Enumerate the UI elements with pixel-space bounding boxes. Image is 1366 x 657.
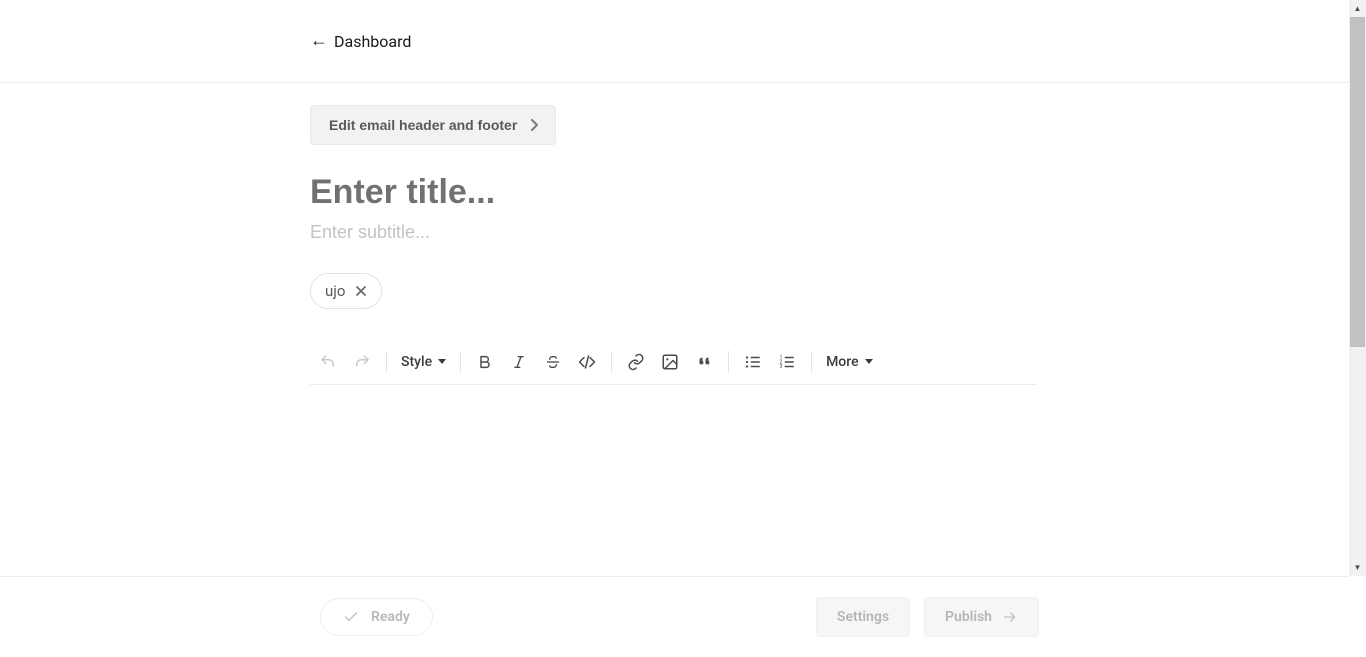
close-icon[interactable] bbox=[355, 285, 367, 297]
more-label: More bbox=[826, 354, 859, 370]
caret-down-icon bbox=[438, 359, 446, 364]
style-dropdown[interactable]: Style bbox=[401, 354, 446, 370]
caret-down-icon bbox=[865, 359, 873, 364]
more-dropdown[interactable]: More bbox=[826, 354, 873, 370]
link-button[interactable] bbox=[626, 352, 646, 372]
tag-label: ujo bbox=[325, 282, 345, 300]
footer-bar: Ready Settings Publish bbox=[0, 576, 1349, 657]
publish-label: Publish bbox=[945, 609, 992, 625]
publish-button[interactable]: Publish bbox=[924, 597, 1039, 637]
editor-toolbar: Style bbox=[310, 339, 1036, 385]
back-to-dashboard-link[interactable]: ← Dashboard bbox=[310, 32, 411, 51]
subtitle-input[interactable] bbox=[310, 222, 1030, 243]
tag-pill[interactable]: ujo bbox=[310, 273, 382, 309]
editor-content: Edit email header and footer ujo bbox=[0, 83, 1349, 385]
chevron-right-icon bbox=[531, 119, 539, 131]
title-input[interactable] bbox=[310, 173, 1030, 212]
settings-button[interactable]: Settings bbox=[816, 597, 910, 637]
svg-text:3: 3 bbox=[780, 364, 783, 370]
arrow-left-icon: ← bbox=[310, 32, 328, 50]
scrollbar-up-icon[interactable]: ▲ bbox=[1349, 0, 1366, 17]
ready-status-button[interactable]: Ready bbox=[320, 598, 433, 636]
bullet-list-button[interactable] bbox=[743, 352, 763, 372]
check-icon bbox=[343, 609, 359, 625]
top-bar: ← Dashboard bbox=[0, 0, 1349, 83]
bold-button[interactable] bbox=[475, 352, 495, 372]
settings-label: Settings bbox=[837, 609, 889, 625]
image-button[interactable] bbox=[660, 352, 680, 372]
footer-actions: Settings Publish bbox=[816, 597, 1039, 637]
ready-label: Ready bbox=[371, 609, 410, 625]
code-button[interactable] bbox=[577, 352, 597, 372]
italic-button[interactable] bbox=[509, 352, 529, 372]
tag-row: ujo bbox=[310, 273, 1349, 309]
strikethrough-button[interactable] bbox=[543, 352, 563, 372]
edit-email-header-label: Edit email header and footer bbox=[329, 117, 517, 133]
quote-button[interactable] bbox=[694, 352, 714, 372]
scrollbar-thumb[interactable] bbox=[1350, 17, 1365, 347]
scrollbar-down-icon[interactable]: ▼ bbox=[1349, 559, 1366, 576]
numbered-list-button[interactable]: 123 bbox=[777, 352, 797, 372]
redo-button[interactable] bbox=[352, 352, 372, 372]
edit-email-header-button[interactable]: Edit email header and footer bbox=[310, 105, 556, 145]
undo-button[interactable] bbox=[318, 352, 338, 372]
arrow-right-icon bbox=[1002, 609, 1018, 625]
back-label: Dashboard bbox=[334, 32, 411, 51]
style-label: Style bbox=[401, 354, 432, 370]
